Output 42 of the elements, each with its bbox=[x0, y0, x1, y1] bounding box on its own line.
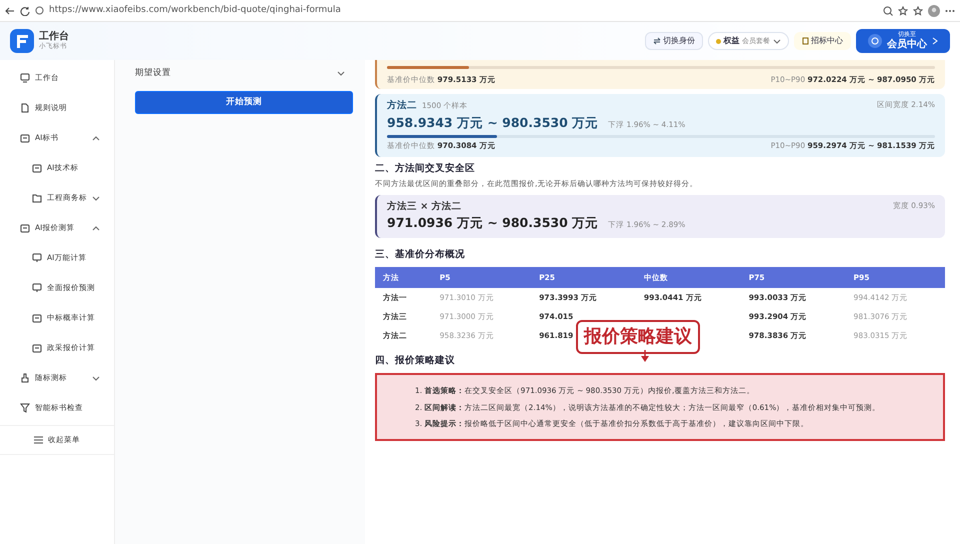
section-title: 二、方法间交叉安全区 bbox=[375, 162, 476, 176]
info-icon[interactable] bbox=[35, 6, 44, 15]
folder-icon bbox=[32, 192, 42, 202]
tender-center-button[interactable]: 招标中心 bbox=[794, 32, 851, 50]
document-icon bbox=[20, 102, 30, 112]
app-title: 工作台 bbox=[39, 30, 69, 42]
chevron-right-icon bbox=[932, 37, 938, 45]
menu-icon bbox=[34, 436, 43, 444]
document-box-icon bbox=[20, 132, 30, 142]
profile-avatar-icon[interactable] bbox=[928, 4, 940, 16]
method-name: 方法三 × 方法二 bbox=[387, 200, 462, 214]
zoom-icon[interactable] bbox=[883, 6, 893, 16]
switch-icon bbox=[652, 37, 660, 45]
screen-icon bbox=[32, 252, 42, 262]
callout-label: 报价策略建议 bbox=[576, 320, 700, 354]
document-box-icon bbox=[20, 222, 30, 232]
price-range: 958.9343 万元 ~ 980.3530 万元 bbox=[387, 114, 598, 132]
status-dot-icon bbox=[716, 38, 721, 44]
select-field[interactable]: 期望设置 bbox=[135, 60, 353, 86]
star-icon[interactable] bbox=[898, 6, 908, 16]
document-box-icon bbox=[32, 312, 42, 322]
chevron-down-icon bbox=[772, 37, 780, 45]
chevron-down-icon bbox=[337, 69, 345, 77]
start-button[interactable]: 开始预测 bbox=[135, 91, 353, 114]
document-box-icon bbox=[32, 342, 42, 352]
address-bar[interactable]: https://www.xiaofeibs.com/workbench/bid-quote/qinghai-formula bbox=[49, 4, 878, 18]
section-title: 三、基准价分布概况 bbox=[375, 248, 466, 262]
arrow-down-icon bbox=[640, 350, 650, 362]
reload-icon[interactable] bbox=[20, 6, 30, 16]
filter-icon bbox=[20, 402, 30, 412]
monitor-icon bbox=[20, 72, 30, 82]
document-box-icon bbox=[32, 162, 42, 172]
favorites-icon[interactable] bbox=[913, 6, 923, 16]
switch-identity-button[interactable]: 切换身份 bbox=[644, 32, 703, 50]
section-title: 四、报价策略建议 bbox=[375, 354, 455, 368]
logo-icon bbox=[10, 29, 34, 53]
method-name: 方法二 bbox=[387, 99, 417, 114]
price-range: 971.0936 万元 ~ 980.3530 万元 bbox=[387, 214, 598, 232]
more-icon[interactable] bbox=[945, 8, 955, 12]
screen-icon bbox=[32, 282, 42, 292]
clipboard-icon bbox=[802, 37, 808, 45]
back-icon[interactable] bbox=[5, 6, 15, 16]
